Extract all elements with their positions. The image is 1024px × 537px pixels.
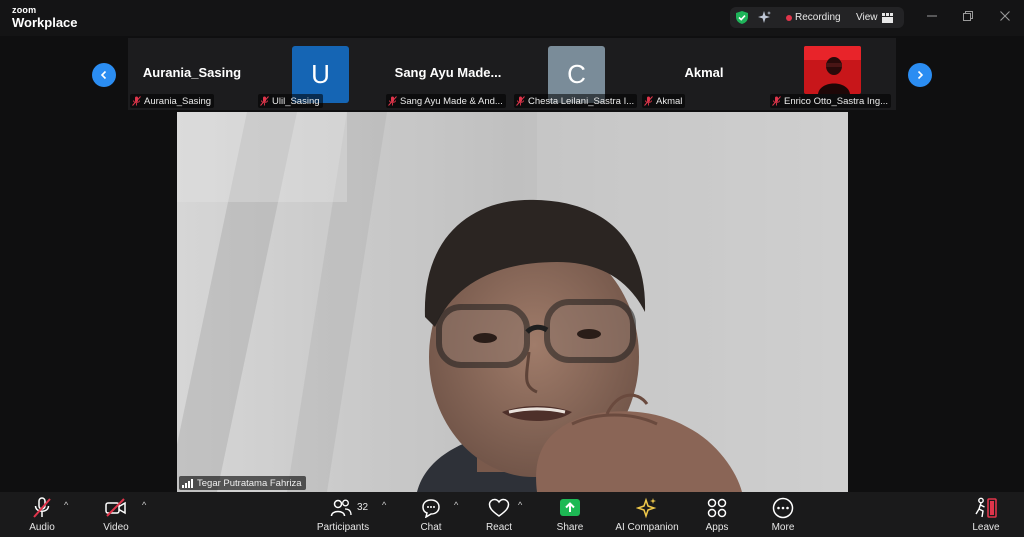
meeting-status-pill: Recording View [730,7,904,28]
participant-label-text: Aurania_Sasing [144,95,212,107]
react-label: React [485,522,513,533]
mic-muted-icon [388,96,397,106]
mic-muted-icon [132,96,141,106]
audio-options-caret[interactable]: ^ [64,500,68,510]
signal-strength-icon [182,478,193,488]
active-speaker-video[interactable]: Tegar Putratama Fahriza [177,112,848,492]
participants-icon [330,499,352,517]
ai-sparkle-icon[interactable] [757,10,772,25]
participant-tile[interactable]: Akmal Akmal [640,38,768,110]
participants-label: Participants [316,522,370,533]
more-label: More [771,522,795,533]
ai-companion-button[interactable]: AI Companion [612,497,682,535]
participant-tile[interactable]: C Chesta Leilani_Sastra I... [512,38,640,110]
recording-label[interactable]: Recording [795,12,841,23]
mic-muted-icon [772,96,781,106]
apps-button[interactable]: Apps [700,497,734,535]
react-options-caret[interactable]: ^ [518,500,522,510]
apps-icon [707,498,727,518]
chevron-right-icon [917,70,924,80]
participant-label-text: Akmal [656,95,683,107]
share-screen-icon [560,499,580,516]
participant-name-label: Chesta Leilani_Sastra I... [514,94,638,108]
participant-tile[interactable]: Sang Ayu Made... Sang Ayu Made & And... [384,38,512,110]
chat-icon [422,499,440,518]
participant-label-text: Chesta Leilani_Sastra I... [528,95,635,107]
restore-icon[interactable] [962,10,974,22]
video-button[interactable]: Video [98,497,134,535]
audio-button[interactable]: Audio [22,497,62,535]
participant-tile[interactable]: Enrico Otto_Sastra Ing... [768,38,896,110]
chat-options-caret[interactable]: ^ [454,500,458,510]
participant-camera-thumbnail [804,46,861,94]
minimize-icon[interactable] [926,10,938,22]
mic-muted-icon [516,96,525,106]
video-label: Video [103,522,129,533]
participant-name-label: Akmal [642,94,686,108]
mic-muted-icon [33,497,51,518]
participants-options-caret[interactable]: ^ [382,500,386,510]
more-button[interactable]: More [766,497,800,535]
participant-display-name: Aurania_Sasing [142,65,242,80]
participant-name-label: Sang Ayu Made & And... [386,94,506,108]
participants-count: 32 [357,502,369,513]
brand-zoom: zoom [12,5,37,15]
video-off-icon [105,498,126,517]
participant-tile[interactable]: Aurania_Sasing Aurania_Sasing [128,38,256,110]
chat-label: Chat [420,522,442,533]
apps-label: Apps [705,522,729,533]
participant-name-label: Ulil_Sasing [258,94,323,108]
recording-dot-icon [786,15,792,21]
ai-companion-sparkle-icon [636,497,657,519]
react-button[interactable]: React [482,497,516,535]
more-icon [772,497,794,519]
participant-tile[interactable]: U Ulil_Sasing [256,38,384,110]
participant-display-name: Akmal [684,65,724,80]
participant-gallery: Aurania_Sasing Aurania_Sasing U Ulil_Sas… [128,38,896,110]
participant-name-label: Enrico Otto_Sastra Ing... [770,94,892,108]
participant-name-label: Aurania_Sasing [130,94,215,108]
ai-companion-label: AI Companion [615,522,679,533]
gallery-prev-button[interactable] [92,63,116,87]
view-button[interactable]: View [856,12,878,23]
participant-display-name: Sang Ayu Made... [394,65,502,80]
speaker-video-feed [177,112,848,492]
participant-label-text: Ulil_Sasing [272,95,320,107]
share-label: Share [556,522,584,533]
share-button[interactable]: Share [552,497,588,535]
leave-exit-icon [975,497,997,518]
grid-view-icon[interactable] [882,13,893,23]
close-icon[interactable] [999,10,1011,22]
mic-muted-icon [644,96,653,106]
participant-label-text: Enrico Otto_Sastra Ing... [784,95,889,107]
video-options-caret[interactable]: ^ [142,500,146,510]
meeting-toolbar: Audio ^ Video ^ Participants 32 ^ Chat ^… [0,492,1024,537]
shield-check-icon[interactable] [735,10,749,25]
mic-muted-icon [260,96,269,106]
brand-workplace: Workplace [12,15,78,30]
chevron-left-icon [100,70,107,80]
app-brand: zoom Workplace [12,5,78,30]
leave-button[interactable]: Leave [968,497,1004,535]
gallery-next-button[interactable] [908,63,932,87]
audio-label: Audio [29,522,55,533]
speaker-name-label: Tegar Putratama Fahriza [179,476,306,490]
heart-icon [488,498,510,517]
leave-label: Leave [972,522,1000,533]
speaker-name: Tegar Putratama Fahriza [197,477,302,489]
title-bar: zoom Workplace Recording View [0,0,1024,36]
chat-button[interactable]: Chat [414,497,448,535]
participant-label-text: Sang Ayu Made & And... [400,95,503,107]
